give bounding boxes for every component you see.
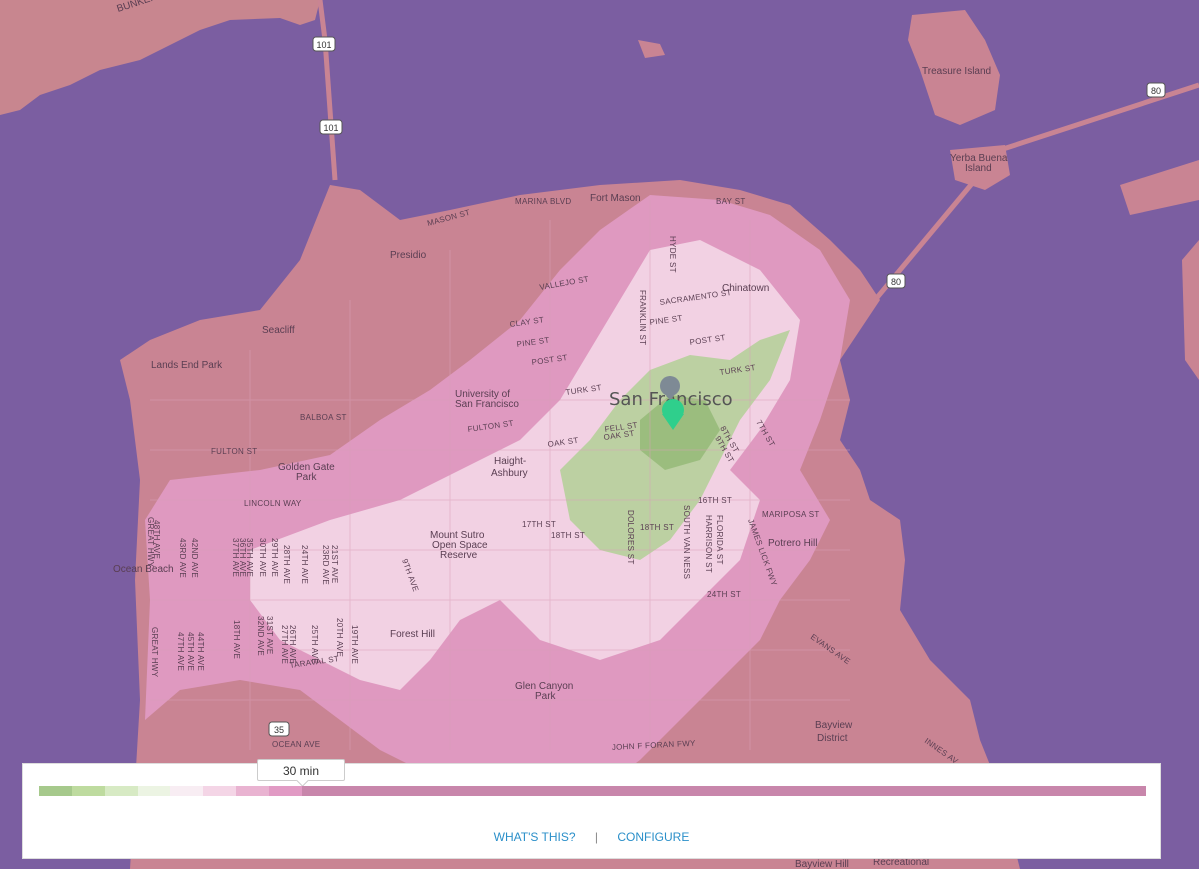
street-marina: MARINA BLVD bbox=[515, 197, 572, 206]
label-presidio: Presidio bbox=[390, 250, 427, 261]
street-harrison: HARRISON ST bbox=[704, 515, 713, 573]
scale-segment bbox=[301, 786, 1146, 796]
scale-segment bbox=[39, 786, 72, 796]
street-28th: 28TH AVE bbox=[282, 545, 291, 584]
street-lincoln: LINCOLN WAY bbox=[244, 499, 302, 508]
scale-segment bbox=[236, 786, 269, 796]
label-seacliff: Seacliff bbox=[262, 325, 295, 336]
svg-text:80: 80 bbox=[1151, 86, 1161, 96]
scale-segment bbox=[104, 786, 138, 796]
scale-segment bbox=[137, 786, 171, 796]
street-45th: 45TH AVE bbox=[186, 632, 195, 671]
street-south-van-ness: SOUTH VAN NESS bbox=[682, 505, 691, 579]
color-scale-bar[interactable] bbox=[39, 786, 1146, 796]
map-canvas[interactable]: 101 101 80 80 35 BUNKER R Fort Mason Tre… bbox=[0, 0, 1199, 869]
street-24th: 24TH ST bbox=[707, 590, 741, 599]
street-16th: 16TH ST bbox=[698, 496, 732, 505]
street-florida: FLORIDA ST bbox=[715, 515, 724, 565]
scale-segment bbox=[268, 786, 302, 796]
street-bay: BAY ST bbox=[716, 197, 746, 206]
label-forest-hill: Forest Hill bbox=[390, 629, 435, 640]
street-31st: 31ST AVE bbox=[265, 616, 274, 655]
label-sutro-3: Reserve bbox=[440, 550, 478, 561]
street-47th: 47TH AVE bbox=[176, 632, 185, 671]
svg-text:101: 101 bbox=[316, 40, 331, 50]
label-bayview-2: District bbox=[817, 733, 848, 744]
street-32nd: 32ND AVE bbox=[256, 616, 265, 656]
scale-segment bbox=[71, 786, 105, 796]
svg-text:101: 101 bbox=[323, 123, 338, 133]
whats-this-link[interactable]: WHAT'S THIS? bbox=[494, 830, 576, 844]
street-26th: 26TH AVE bbox=[288, 625, 297, 664]
street-17th: 17TH ST bbox=[522, 520, 556, 529]
label-ocean-beach: Ocean Beach bbox=[113, 564, 174, 575]
label-fort-mason: Fort Mason bbox=[590, 193, 641, 204]
street-franklin: FRANKLIN ST bbox=[638, 290, 647, 345]
street-18th: 18TH ST bbox=[551, 531, 585, 540]
street-hyde: HYDE ST bbox=[668, 236, 677, 273]
scale-segment bbox=[203, 786, 237, 796]
label-yerba-buena-island: Island bbox=[965, 163, 992, 174]
label-haight-1: Haight- bbox=[494, 456, 526, 467]
shield-80-west: 80 bbox=[886, 273, 906, 289]
street-24th-ave: 24TH AVE bbox=[300, 545, 309, 584]
street-35th: 35TH AVE bbox=[245, 538, 254, 577]
svg-text:35: 35 bbox=[274, 725, 284, 735]
label-bayview-hill: Bayview Hill bbox=[795, 859, 849, 869]
svg-text:80: 80 bbox=[891, 277, 901, 287]
street-19th: 19TH AVE bbox=[350, 625, 359, 664]
street-30th: 30TH AVE bbox=[258, 538, 267, 577]
street-44th: 44TH AVE bbox=[196, 632, 205, 671]
shield-35: 35 bbox=[268, 721, 290, 737]
street-29th: 29TH AVE bbox=[270, 538, 279, 577]
legend-links: WHAT'S THIS? | CONFIGURE bbox=[23, 830, 1160, 844]
legend-panel: 30 min WHAT'S THIS? | CONFIGURE bbox=[22, 759, 1161, 859]
street-20th: 20TH AVE bbox=[335, 618, 344, 657]
street-ocean: OCEAN AVE bbox=[272, 740, 320, 749]
shield-80-east: 80 bbox=[1146, 82, 1166, 98]
street-great-hwy-2: GREAT HWY bbox=[150, 627, 159, 678]
street-27th: 27TH AVE bbox=[280, 625, 289, 664]
street-balboa: BALBOA ST bbox=[300, 413, 347, 422]
label-lands-end: Lands End Park bbox=[151, 360, 223, 371]
label-golden-gate-2: Park bbox=[296, 472, 318, 483]
street-42nd: 42ND AVE bbox=[190, 538, 199, 578]
street-23rd: 23RD AVE bbox=[321, 545, 330, 585]
label-bayview-1: Bayview bbox=[815, 720, 853, 731]
street-18th-b: 18TH ST bbox=[640, 523, 674, 532]
label-potrero: Potrero Hill bbox=[768, 538, 817, 549]
street-21st: 21ST AVE bbox=[330, 545, 339, 584]
street-48th: 48TH AVE bbox=[152, 520, 161, 559]
label-haight-2: Ashbury bbox=[491, 468, 528, 479]
label-glen-canyon-2: Park bbox=[535, 691, 557, 702]
label-treasure-island: Treasure Island bbox=[922, 66, 991, 77]
scale-segment bbox=[170, 786, 204, 796]
time-tooltip: 30 min bbox=[257, 759, 345, 781]
street-dolores: DOLORES ST bbox=[626, 510, 635, 565]
label-usf-2: San Francisco bbox=[455, 399, 519, 410]
street-43rd: 43RD AVE bbox=[178, 538, 187, 578]
shield-101-south: 101 bbox=[319, 119, 343, 135]
street-mariposa: MARIPOSA ST bbox=[762, 510, 820, 519]
configure-link[interactable]: CONFIGURE bbox=[617, 830, 689, 844]
link-separator: | bbox=[594, 830, 598, 844]
street-18th-ave: 18TH AVE bbox=[232, 620, 241, 659]
street-25th: 25TH AVE bbox=[310, 625, 319, 664]
street-fulton: FULTON ST bbox=[211, 447, 257, 456]
shield-101-north: 101 bbox=[312, 36, 336, 52]
